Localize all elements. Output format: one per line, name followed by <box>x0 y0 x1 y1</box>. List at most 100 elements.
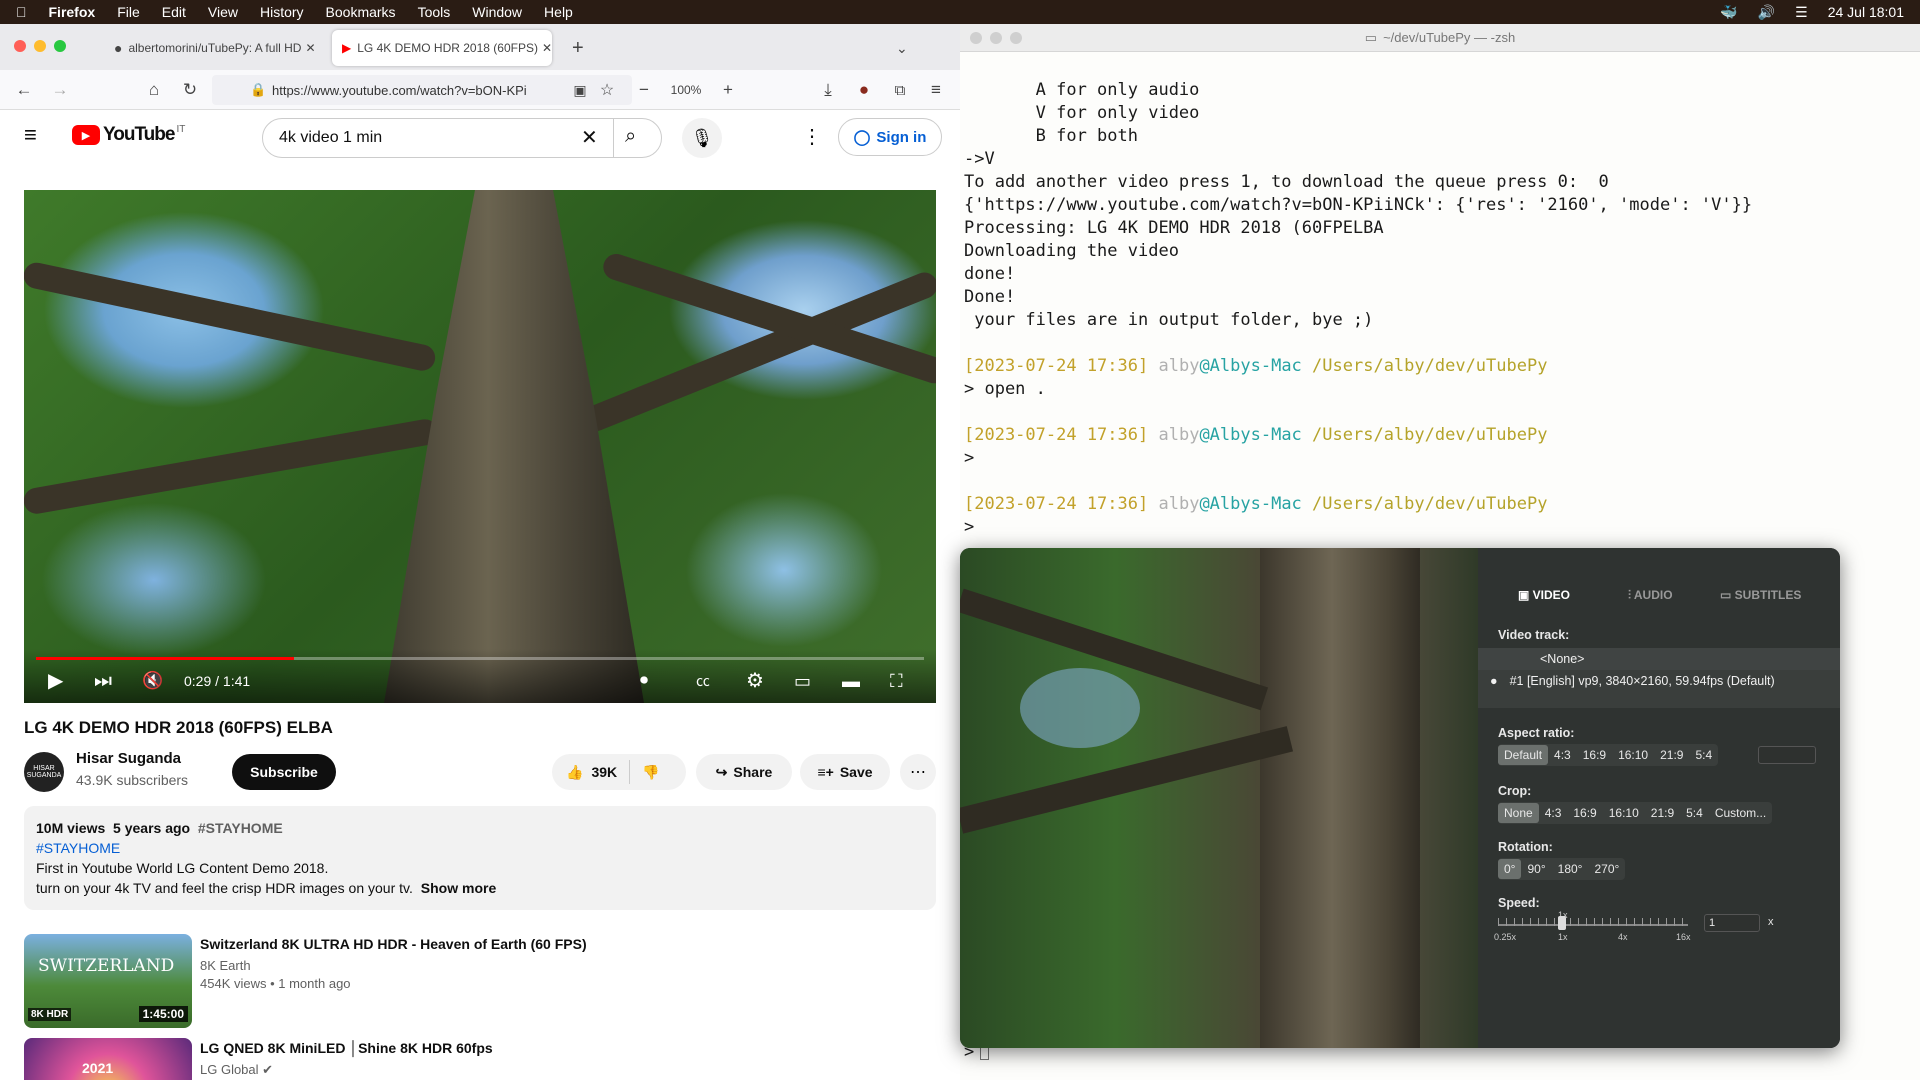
minimize-window-button[interactable] <box>990 32 1002 44</box>
related-thumbnail[interactable]: SWITZERLAND 8K HDR 1:45:00 <box>24 934 192 1028</box>
rotation-90[interactable]: 90° <box>1521 859 1551 879</box>
aspect-default[interactable]: Default <box>1498 745 1549 765</box>
thumbs-down-icon[interactable]: 👎 <box>642 764 659 781</box>
related-thumbnail[interactable]: 2021 <box>24 1038 192 1080</box>
volume-icon[interactable]: 🔊 <box>1758 4 1775 21</box>
aspect-16-9[interactable]: 16:9 <box>1577 745 1612 765</box>
aspect-4-3[interactable]: 4:3 <box>1548 745 1577 765</box>
vlc-video-frame[interactable] <box>960 548 1478 1048</box>
next-icon[interactable]: ⏭ <box>94 669 112 693</box>
speed-input[interactable]: 1 <box>1704 914 1760 932</box>
youtube-logo[interactable]: ▶ YouTube IT <box>72 124 185 146</box>
clear-search-icon[interactable]: ✕ <box>581 125 598 150</box>
aspect-21-9[interactable]: 21:9 <box>1654 745 1689 765</box>
subscribe-button[interactable]: Subscribe <box>232 754 336 790</box>
menu-history[interactable]: History <box>260 4 304 20</box>
like-count[interactable]: 39K <box>591 764 617 780</box>
docker-icon[interactable]: 🐳 <box>1720 4 1737 21</box>
search-icon[interactable]: ⌕ <box>625 125 636 148</box>
hashtag-top[interactable]: #STAYHOME <box>198 820 283 836</box>
close-window-button[interactable] <box>14 40 26 52</box>
extensions-icon[interactable]: ⧉ <box>888 78 912 102</box>
speed-slider-thumb[interactable] <box>1558 916 1566 930</box>
more-options-icon[interactable]: ⋮ <box>802 124 822 149</box>
crop-4-3[interactable]: 4:3 <box>1539 803 1568 823</box>
minimize-window-button[interactable] <box>34 40 46 52</box>
description-box[interactable]: 10M views 5 years ago #STAYHOME #STAYHOM… <box>24 806 936 910</box>
channel-avatar[interactable]: HISAR SUGANDA <box>24 752 64 792</box>
tab-github[interactable]: ● albertomorini/uTubePy: A full HD ✕ <box>104 30 324 66</box>
thumbs-up-icon[interactable]: 👍 <box>566 764 583 781</box>
crop-custom[interactable]: Custom... <box>1709 803 1772 823</box>
play-icon[interactable]: ▶ <box>48 669 63 693</box>
crop-none[interactable]: None <box>1498 803 1539 823</box>
download-icon[interactable]: ⤓ <box>816 78 840 102</box>
crop-21-9[interactable]: 21:9 <box>1645 803 1680 823</box>
related-video[interactable]: SWITZERLAND 8K HDR 1:45:00 Switzerland 8… <box>24 934 936 1030</box>
list-tabs-chevron-down-icon[interactable]: ⌄ <box>886 30 916 66</box>
tab-video[interactable]: ▣ VIDEO <box>1518 588 1570 602</box>
apple-icon[interactable]:  <box>16 4 27 20</box>
related-title[interactable]: LG QNED 8K MiniLED │Shine 8K HDR 60fps <box>200 1040 493 1056</box>
zoom-window-button[interactable] <box>1010 32 1022 44</box>
search-input[interactable]: 4k video 1 min ✕ ⌕ <box>262 118 662 158</box>
mute-icon[interactable]: 🔇 <box>142 669 163 693</box>
rotation-270[interactable]: 270° <box>1588 859 1625 879</box>
terminal-output[interactable]: A for only audio V for only video B for … <box>964 56 1904 585</box>
track-option-none[interactable]: <None> <box>1478 648 1840 670</box>
menu-help[interactable]: Help <box>544 4 573 20</box>
hashtag-link[interactable]: #STAYHOME <box>36 840 120 856</box>
hamburger-menu-icon[interactable]: ≡ <box>924 78 948 102</box>
show-more-link[interactable]: Show more <box>421 880 496 896</box>
forward-arrow-icon[interactable]: → <box>48 78 72 102</box>
rotation-0[interactable]: 0° <box>1498 859 1522 879</box>
close-tab-icon[interactable]: ✕ <box>301 41 315 55</box>
aspect-custom-field[interactable] <box>1758 746 1816 764</box>
channel-name[interactable]: Hisar Suganda <box>76 750 181 767</box>
menu-file[interactable]: File <box>117 4 140 20</box>
tab-audio[interactable]: ⫶ AUDIO <box>1628 588 1673 603</box>
video-player[interactable]: ▶ ⏭ 🔇 0:29 / 1:41 ⏺ ㏄ ⚙ ▭ ▬ ⛶ <box>24 190 936 703</box>
tab-youtube[interactable]: ▶ LG 4K DEMO HDR 2018 (60FPS) ✕ <box>332 30 552 66</box>
zoom-in-button[interactable]: + <box>716 78 740 102</box>
zoom-level[interactable]: 100% <box>664 78 708 102</box>
autoplay-toggle[interactable]: ⏺ <box>640 669 648 693</box>
menu-app-name[interactable]: Firefox <box>49 4 96 20</box>
menu-tools[interactable]: Tools <box>418 4 451 20</box>
home-icon[interactable]: ⌂ <box>142 78 166 102</box>
account-avatar[interactable]: ● <box>852 78 876 102</box>
sign-in-button[interactable]: ◯ Sign in <box>838 118 942 156</box>
picture-icon[interactable]: ▣ <box>568 78 592 102</box>
tab-subtitles[interactable]: ▭ SUBTITLES <box>1720 588 1801 602</box>
aspect-5-4[interactable]: 5:4 <box>1689 745 1718 765</box>
miniplayer-icon[interactable]: ▭ <box>794 669 811 693</box>
menu-bookmarks[interactable]: Bookmarks <box>326 4 396 20</box>
control-center-icon[interactable]: ☰ <box>1795 4 1808 21</box>
captions-icon[interactable]: ㏄ <box>696 669 710 693</box>
related-video[interactable]: 2021 LG QNED 8K MiniLED │Shine 8K HDR 60… <box>24 1038 936 1080</box>
menu-window[interactable]: Window <box>472 4 522 20</box>
share-button[interactable]: ↪ Share <box>696 754 792 790</box>
close-window-button[interactable] <box>970 32 982 44</box>
reload-icon[interactable]: ↻ <box>178 78 202 102</box>
save-button[interactable]: ≡+ Save <box>800 754 890 790</box>
back-arrow-icon[interactable]: ← <box>12 78 36 102</box>
zoom-out-button[interactable]: − <box>632 78 656 102</box>
zoom-window-button[interactable] <box>54 40 66 52</box>
menu-hamburger-icon[interactable]: ≡ <box>24 122 37 148</box>
fullscreen-icon[interactable]: ⛶ <box>890 669 903 693</box>
more-actions-icon[interactable]: ⋯ <box>900 754 936 790</box>
track-option-1[interactable]: ● #1 [English] vp9, 3840×2160, 59.94fps (… <box>1478 670 1840 692</box>
menu-edit[interactable]: Edit <box>162 4 186 20</box>
bookmark-star-icon[interactable]: ☆ <box>595 78 619 102</box>
crop-16-10[interactable]: 16:10 <box>1603 803 1645 823</box>
microphone-icon[interactable]: 🎙 <box>682 118 722 158</box>
aspect-16-10[interactable]: 16:10 <box>1612 745 1654 765</box>
settings-gear-icon[interactable]: ⚙ <box>746 669 764 693</box>
related-title[interactable]: Switzerland 8K ULTRA HD HDR - Heaven of … <box>200 936 587 952</box>
close-tab-icon[interactable]: ✕ <box>538 41 552 55</box>
menu-view[interactable]: View <box>208 4 238 20</box>
crop-16-9[interactable]: 16:9 <box>1567 803 1602 823</box>
related-channel[interactable]: LG Global ✔ <box>200 1062 273 1078</box>
related-channel[interactable]: 8K Earth <box>200 958 251 973</box>
